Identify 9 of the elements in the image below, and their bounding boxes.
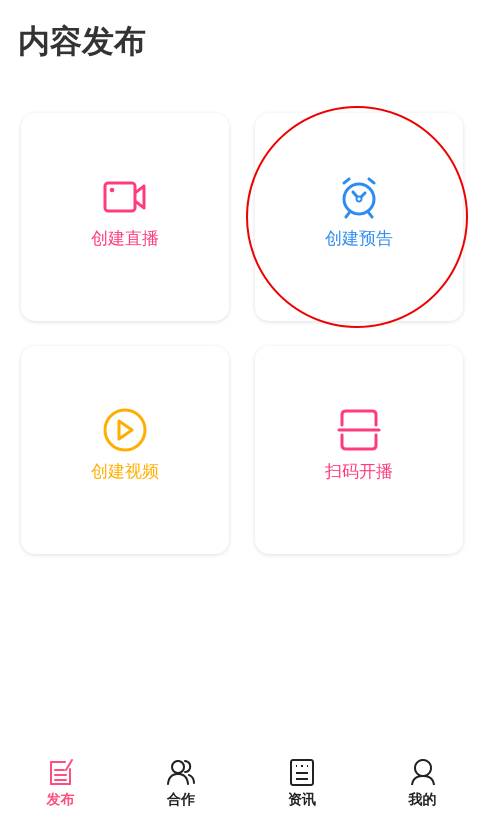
action-card[interactable]: 创建直播 <box>21 113 229 322</box>
tab-bar-item[interactable]: 我的 <box>362 757 483 829</box>
page-title: 内容发布 <box>18 22 147 60</box>
tab-bar-item[interactable]: 发布 <box>0 757 121 829</box>
tab-bar-item[interactable]: 合作 <box>120 757 242 829</box>
tab-bar-item[interactable]: 资讯 <box>242 757 362 829</box>
action-card[interactable]: 扫码开播 <box>255 346 463 554</box>
action-card[interactable]: 创建预告 <box>255 113 463 322</box>
action-card[interactable]: 创建视频 <box>21 346 229 554</box>
